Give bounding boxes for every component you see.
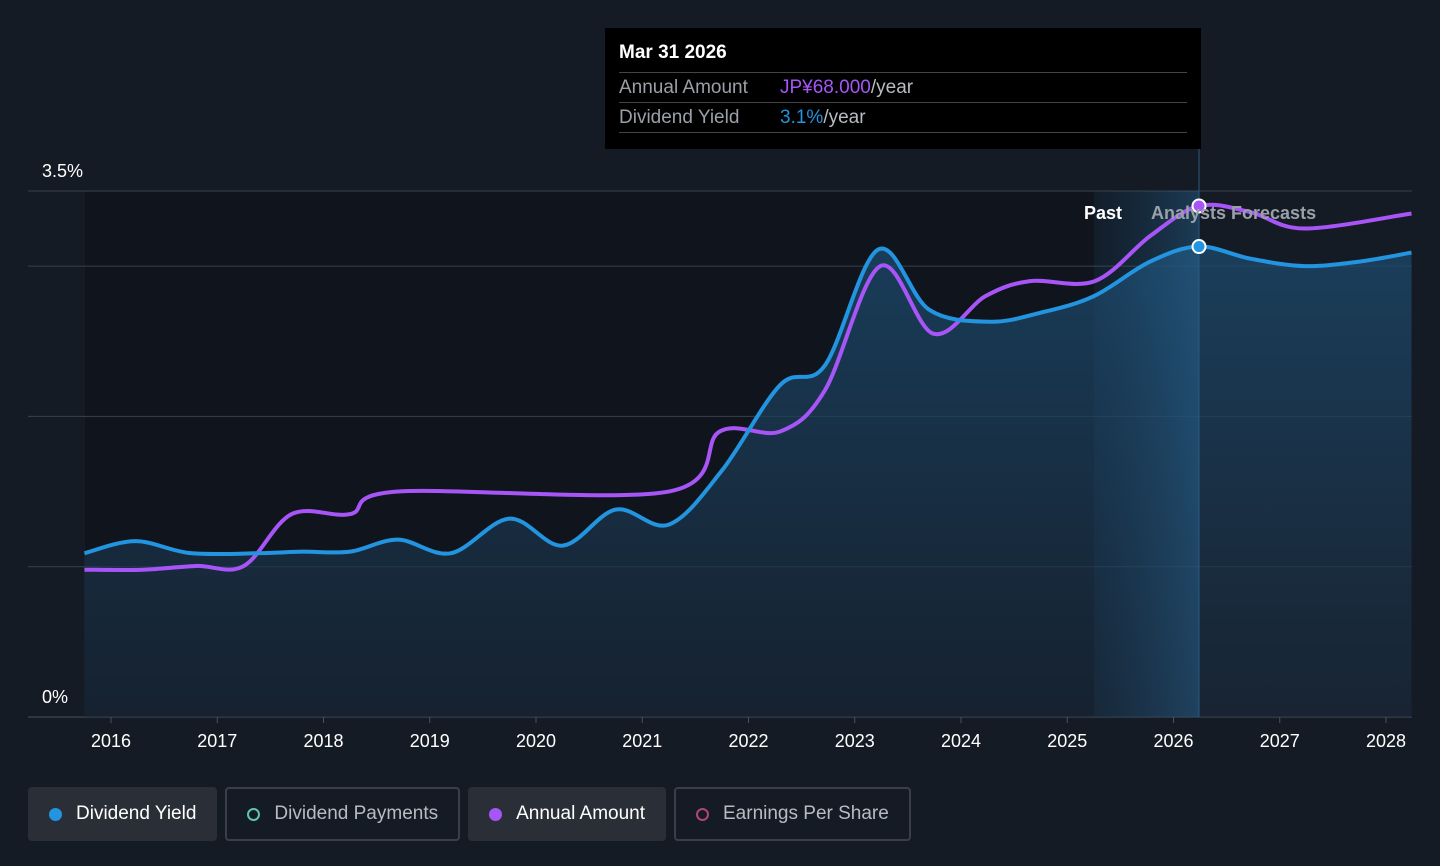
tooltip: Mar 31 2026 Annual Amount JP¥68.000/year… <box>605 28 1201 149</box>
legend-label: Earnings Per Share <box>723 803 889 824</box>
x-tick-label: 2023 <box>835 731 875 751</box>
circle-icon <box>247 807 261 821</box>
x-tick-label: 2022 <box>728 731 768 751</box>
legend-label: Dividend Payments <box>274 803 439 824</box>
tooltip-row-dividend-yield: Dividend Yield 3.1%/year <box>619 103 1187 133</box>
tooltip-value: JP¥68.000 <box>780 77 871 98</box>
past-band <box>1093 191 1199 717</box>
forecast-label: Analysts Forecasts <box>1151 203 1316 223</box>
x-tick-label: 2028 <box>1366 731 1406 751</box>
legend: Dividend Yield Dividend Payments Annual … <box>28 787 911 841</box>
x-tick-label: 2027 <box>1260 731 1300 751</box>
x-tick-label: 2016 <box>91 731 131 751</box>
x-tick-label: 2018 <box>303 731 343 751</box>
circle-icon <box>696 807 709 821</box>
tooltip-row-annual-amount: Annual Amount JP¥68.000/year <box>619 73 1187 103</box>
dot-icon <box>489 807 503 821</box>
dividend-yield-marker <box>1191 239 1207 255</box>
x-tick-label: 2021 <box>622 731 662 751</box>
tooltip-label: Annual Amount <box>619 77 748 98</box>
past-label: Past <box>1084 203 1122 223</box>
x-tick-label: 2017 <box>197 731 237 751</box>
legend-dividend-yield[interactable]: Dividend Yield <box>28 787 218 841</box>
y-tick-label: 0% <box>42 687 68 707</box>
legend-label: Annual Amount <box>516 803 645 824</box>
x-tick-label: 2019 <box>410 731 450 751</box>
legend-annual-amount[interactable]: Annual Amount <box>468 787 666 841</box>
x-tick-label: 2025 <box>1047 731 1087 751</box>
legend-earnings-per-share[interactable]: Earnings Per Share <box>674 787 911 841</box>
tooltip-suffix: /year <box>870 77 914 98</box>
x-tick-label: 2026 <box>1153 731 1193 751</box>
tooltip-date: Mar 31 2026 <box>619 42 1187 73</box>
dot-icon <box>49 807 62 821</box>
x-tick-label: 2024 <box>941 731 981 751</box>
tooltip-suffix: /year <box>823 107 866 128</box>
tooltip-label: Dividend Yield <box>619 107 740 128</box>
tooltip-value: 3.1% <box>780 107 824 128</box>
x-tick-label: 2020 <box>516 731 556 751</box>
legend-dividend-payments[interactable]: Dividend Payments <box>225 787 461 841</box>
legend-label: Dividend Yield <box>76 803 197 824</box>
y-tick-label: 3.5% <box>42 161 83 181</box>
